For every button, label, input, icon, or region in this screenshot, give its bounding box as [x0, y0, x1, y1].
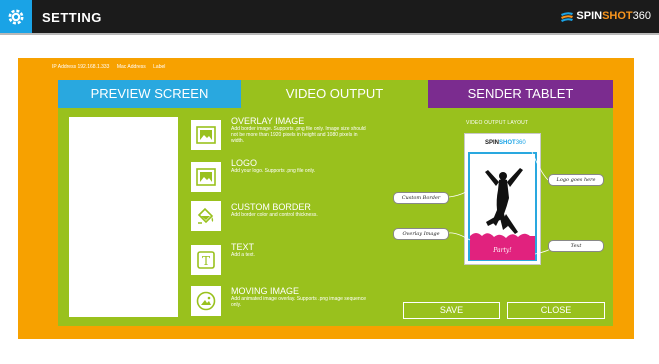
- callout-custom-border: Custom Border: [393, 192, 449, 204]
- text-overlay-preview: Party!: [470, 245, 535, 260]
- save-button[interactable]: SAVE: [403, 302, 500, 319]
- callout-text: Text: [548, 240, 604, 252]
- jumping-person-silhouette: [485, 168, 523, 234]
- close-button[interactable]: CLOSE: [507, 302, 605, 319]
- callout-logo: Logo goes here: [548, 174, 604, 186]
- party-text: Party!: [493, 247, 512, 254]
- callout-overlay-image: Overlay Image: [393, 228, 449, 240]
